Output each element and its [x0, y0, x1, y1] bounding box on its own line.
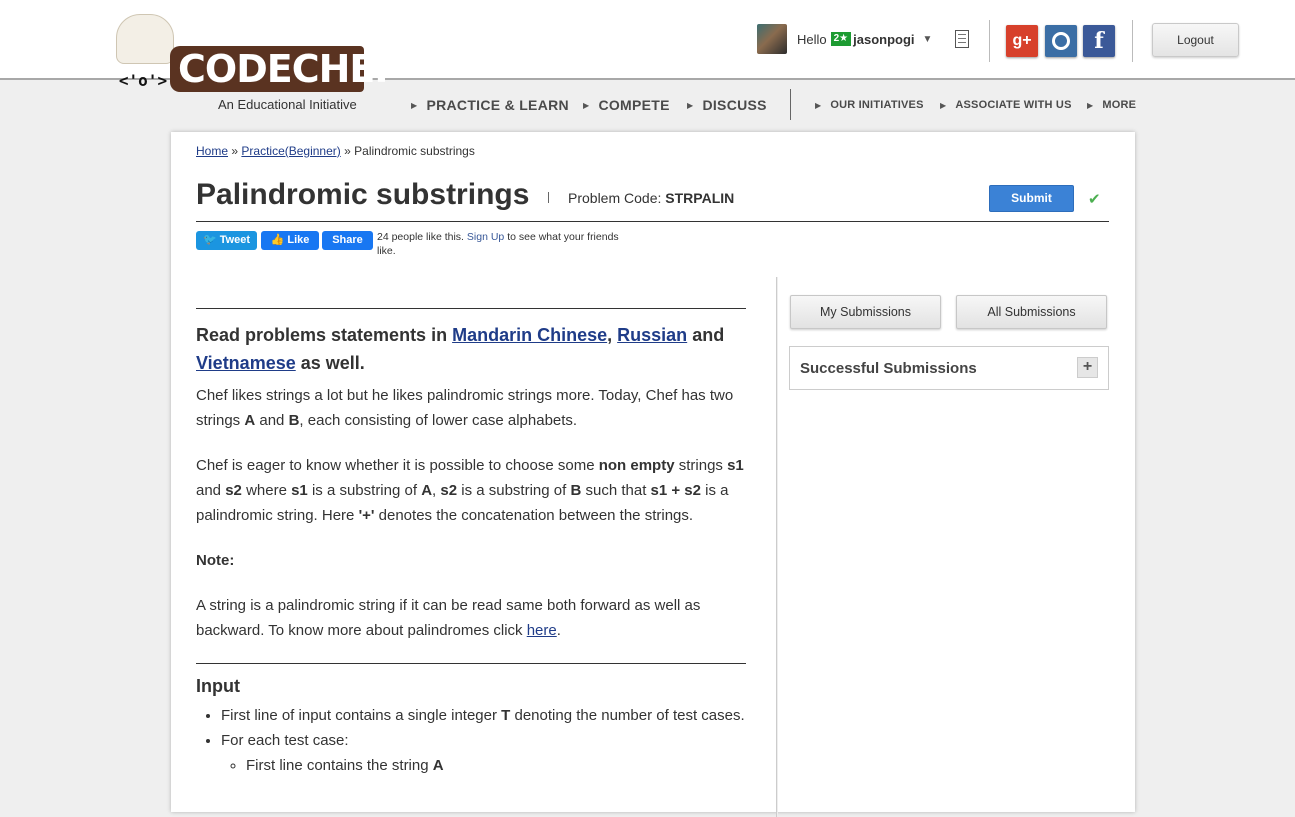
facebook-like-button[interactable]: 👍 Like: [261, 231, 319, 250]
statement-paragraph: Chef likes strings a lot but he likes pa…: [196, 387, 734, 429]
nav-discuss[interactable]: ▶ DISCUSS: [687, 96, 767, 114]
username[interactable]: jasonpogi: [853, 32, 914, 47]
title-rule: [196, 221, 1109, 222]
divider: [1132, 20, 1133, 62]
triangle-right-icon: ▶: [583, 100, 590, 110]
chef-face-icon: <'o'>: [118, 71, 168, 90]
breadcrumb-current: Palindromic substrings: [354, 144, 475, 158]
github-icon[interactable]: [1045, 25, 1077, 57]
mandarin-link[interactable]: Mandarin Chinese: [452, 325, 607, 345]
problem-statement: Read problems statements in Mandarin Chi…: [196, 308, 746, 778]
russian-link[interactable]: Russian: [617, 325, 687, 345]
google-plus-icon[interactable]: g+: [1006, 25, 1038, 57]
successful-submissions-title: Successful Submissions: [800, 360, 977, 377]
facebook-likes-text: 24 people like this. Sign Up to see what…: [377, 231, 619, 257]
star-rating-badge: 2★: [830, 32, 852, 46]
tweet-button[interactable]: 🐦 Tweet: [196, 231, 257, 250]
triangle-right-icon: ▶: [940, 100, 947, 110]
list-item: First line of input contains a single in…: [221, 703, 746, 728]
logo-tagline: An Educational Initiative: [218, 97, 357, 112]
expand-plus-icon[interactable]: +: [1077, 357, 1098, 378]
column-divider-shadow: [777, 277, 778, 817]
all-submissions-button[interactable]: All Submissions: [956, 295, 1107, 329]
section-rule: [196, 663, 746, 664]
signup-link[interactable]: Sign Up: [467, 231, 504, 243]
chevron-down-icon[interactable]: ▼: [923, 34, 933, 45]
list-item: For each test case: First line contains …: [221, 728, 746, 778]
triangle-right-icon: ▶: [815, 100, 822, 110]
avatar[interactable]: [757, 24, 787, 54]
divider: [989, 20, 990, 62]
palindrome-here-link[interactable]: here: [527, 622, 557, 639]
problem-panel: Home » Practice(Beginner) » Palindromic …: [171, 132, 1135, 817]
facebook-share-button[interactable]: Share: [322, 231, 373, 250]
codechef-logo[interactable]: <'o'> CODECHEF An Educational Initiative: [112, 12, 400, 116]
thumbs-up-icon: 👍: [270, 234, 285, 246]
breadcrumb: Home » Practice(Beginner) » Palindromic …: [196, 144, 475, 158]
successful-submissions-panel: Successful Submissions +: [789, 346, 1109, 390]
logo-wordmark: CODECHEF: [170, 46, 400, 92]
triangle-right-icon: ▶: [687, 100, 694, 110]
checkmark-icon: ✔: [1088, 191, 1101, 208]
statement-paragraph: A string is a palindromic string if it c…: [196, 597, 701, 639]
nav-practice-learn[interactable]: ▶ PRACTICE & LEARN: [411, 96, 569, 114]
input-list: First line of input contains a single in…: [196, 703, 746, 778]
input-heading: Input: [196, 676, 240, 696]
note-label: Note:: [196, 552, 235, 569]
nav-our-initiatives[interactable]: ▶ OUR INITIATIVES: [815, 96, 924, 114]
title-divider: [548, 192, 549, 203]
document-icon[interactable]: [955, 30, 969, 48]
user-menu[interactable]: Hello 2★ jasonpogi ▼: [757, 24, 932, 54]
nav-divider: [790, 89, 791, 120]
triangle-right-icon: ▶: [1087, 100, 1094, 110]
nav-compete[interactable]: ▶ COMPETE: [583, 96, 670, 114]
nav-associate-with-us[interactable]: ▶ ASSOCIATE WITH US: [940, 96, 1072, 114]
problem-code-value: STRPALIN: [665, 190, 735, 206]
list-item: First line contains the string A: [246, 753, 746, 778]
breadcrumb-practice-link[interactable]: Practice(Beginner): [241, 144, 340, 158]
twitter-bird-icon: 🐦: [202, 234, 217, 246]
logout-button[interactable]: Logout: [1152, 23, 1239, 57]
statement-paragraph: Chef is eager to know whether it is poss…: [196, 457, 744, 524]
translations-note: Read problems statements in Mandarin Chi…: [196, 325, 725, 373]
problem-code: Problem Code: STRPALIN: [568, 190, 735, 206]
greeting: Hello: [797, 31, 827, 47]
submit-button[interactable]: Submit: [989, 185, 1074, 212]
nav-more[interactable]: ▶ MORE: [1087, 96, 1136, 114]
facebook-icon[interactable]: f: [1083, 25, 1115, 57]
page-title: Palindromic substrings: [196, 178, 530, 211]
vietnamese-link[interactable]: Vietnamese: [196, 353, 296, 373]
triangle-right-icon: ▶: [411, 100, 418, 110]
breadcrumb-home-link[interactable]: Home: [196, 144, 228, 158]
section-rule: [196, 308, 746, 309]
my-submissions-button[interactable]: My Submissions: [790, 295, 941, 329]
chef-hat-icon: [116, 14, 174, 64]
